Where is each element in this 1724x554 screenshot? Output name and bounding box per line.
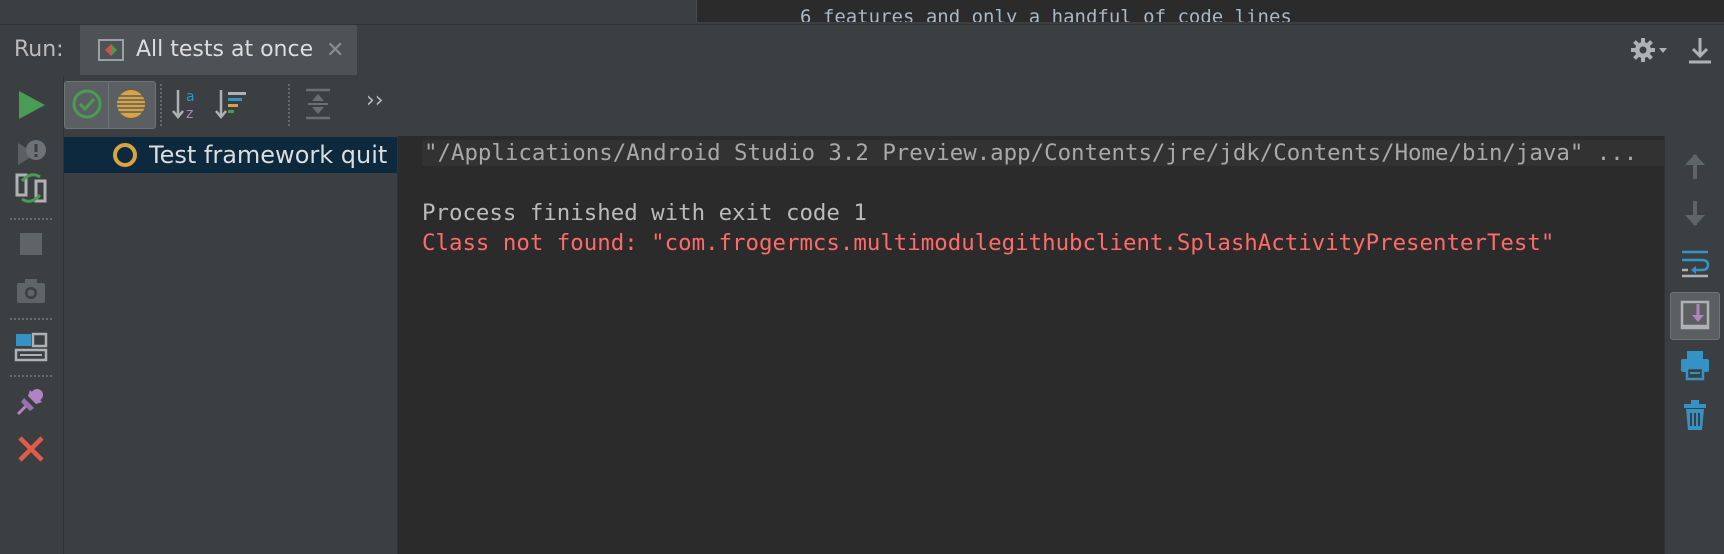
rerun-icon[interactable] xyxy=(14,88,48,122)
separator xyxy=(10,375,52,377)
separator xyxy=(10,218,52,220)
separator xyxy=(160,84,162,126)
console-line: Process finished with exit code 1 xyxy=(422,200,867,226)
show-ignored-icon xyxy=(117,90,145,118)
separator xyxy=(10,318,52,320)
layout-icon[interactable] xyxy=(14,330,48,364)
print-icon[interactable] xyxy=(1678,348,1712,382)
test-tree-panel xyxy=(64,136,398,554)
stop-exclamation-icon[interactable] xyxy=(14,137,48,171)
expand-all-icon[interactable] xyxy=(300,86,336,122)
pin-icon[interactable] xyxy=(14,384,48,418)
hide-icon[interactable] xyxy=(1686,36,1714,66)
run-tab-label: All tests at once xyxy=(136,37,314,62)
svg-text:z: z xyxy=(186,106,193,122)
console-output[interactable] xyxy=(398,136,1664,554)
toggle-auto-test-icon[interactable] xyxy=(14,171,48,205)
up-arrow-icon[interactable] xyxy=(1678,149,1712,183)
soft-wrap-icon[interactable] xyxy=(1678,246,1712,280)
camera-icon[interactable] xyxy=(14,274,48,308)
ignored-status-icon xyxy=(113,143,137,167)
sort-alphabetically-icon[interactable]: a z xyxy=(170,86,206,122)
test-run-config-icon xyxy=(98,39,124,61)
svg-text:a: a xyxy=(186,89,195,105)
separator xyxy=(288,84,290,126)
gear-icon[interactable] xyxy=(1630,36,1670,64)
tree-item-label: Test framework quit xyxy=(149,141,388,169)
trash-icon[interactable] xyxy=(1678,398,1712,432)
run-label: Run: xyxy=(14,37,64,62)
show-passed-icon xyxy=(72,89,102,119)
close-icon[interactable] xyxy=(14,432,48,466)
console-command-line: "/Applications/Android Studio 3.2 Previe… xyxy=(422,140,1666,166)
console-error-line: Class not found: "com.frogermcs.multimod… xyxy=(422,230,1555,256)
editor-strip-text: 6 features and only a handful of code li… xyxy=(800,6,1292,22)
close-tab-icon[interactable]: ✕ xyxy=(326,38,344,63)
down-arrow-icon[interactable] xyxy=(1678,197,1712,231)
scroll-to-end-icon xyxy=(1680,300,1710,330)
more-chevron[interactable]: ›› xyxy=(366,88,384,113)
sort-by-duration-icon[interactable] xyxy=(214,86,250,122)
stop-icon[interactable] xyxy=(14,227,48,261)
